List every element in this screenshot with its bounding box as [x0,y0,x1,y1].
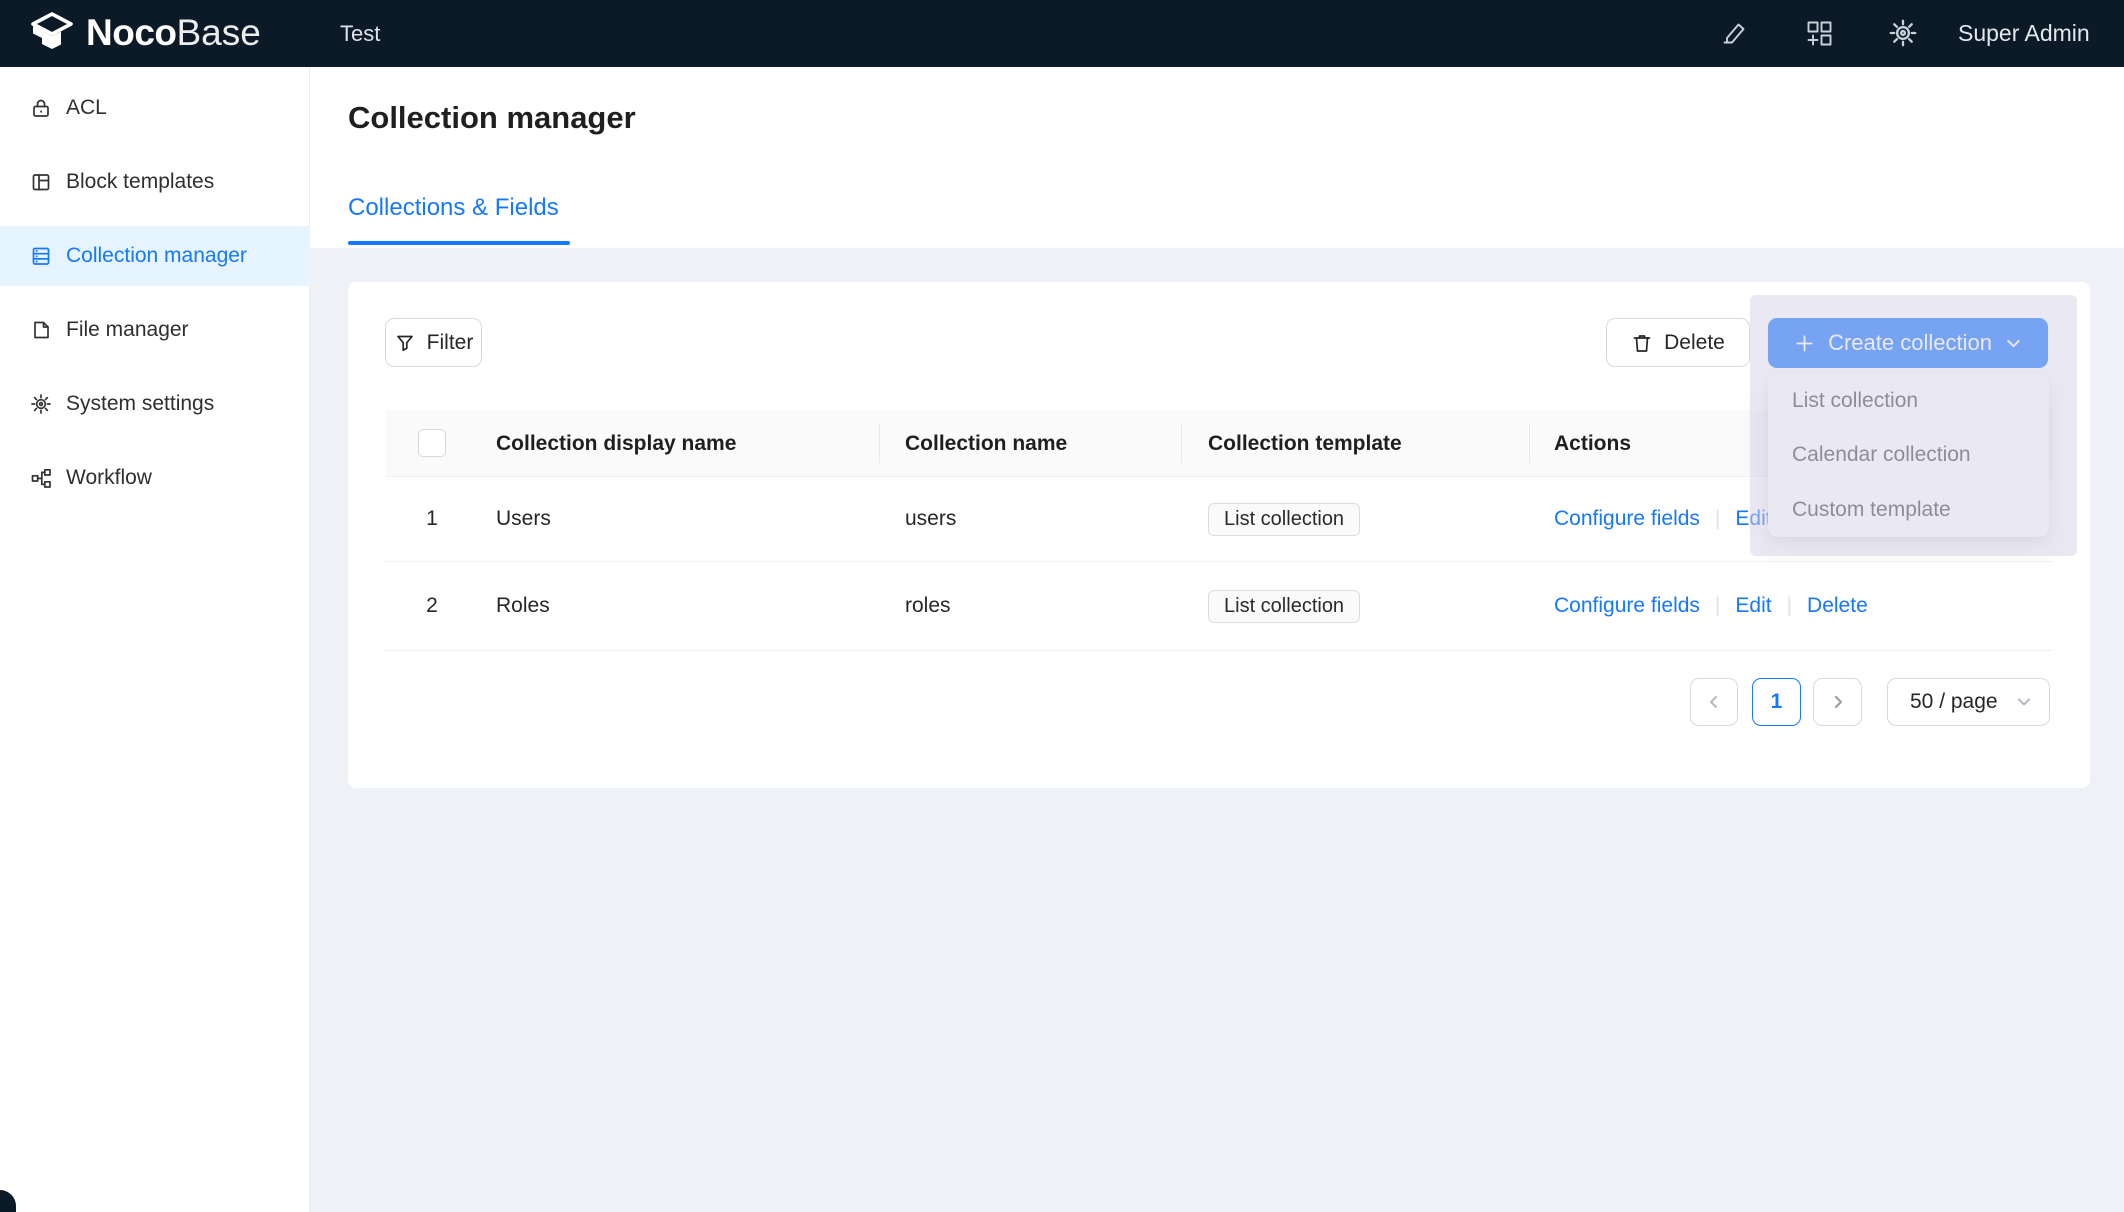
sidebar-item-label: ACL [66,78,107,138]
column-header-display-name: Collection display name [496,410,736,477]
database-icon [30,245,52,267]
sidebar: ACL Block templates Collection manager F… [0,67,310,1212]
menu-item-calendar-collection[interactable]: Calendar collection [1768,428,2049,482]
sidebar-item-label: Collection manager [66,226,247,286]
menu-item-list-collection[interactable]: List collection [1768,374,2049,428]
partition-icon [30,467,52,489]
sidebar-item-acl[interactable]: ACL [0,78,310,138]
column-header-actions: Actions [1554,410,1631,477]
tab-active-indicator [348,241,570,245]
select-all-checkbox[interactable] [418,429,446,457]
file-icon [30,319,52,341]
cell-collection-name: roles [905,562,951,650]
brand-light: Base [177,12,261,53]
chevron-down-icon [2005,335,2022,352]
page-size-select[interactable]: 50 / page [1887,678,2050,726]
configure-fields-link[interactable]: Configure fields [1554,507,1700,531]
filter-button[interactable]: Filter [385,318,482,367]
chevron-right-icon [1830,694,1846,710]
sidebar-item-label: Workflow [66,448,152,508]
cell-collection-template: List collection [1208,562,1360,650]
create-collection-label: Create collection [1828,330,1992,356]
pagination-page-1[interactable]: 1 [1752,678,1801,726]
page-header-area [310,67,2124,248]
tab-collections-fields[interactable]: Collections & Fields [348,194,559,222]
cell-display-name: Roles [496,562,550,650]
brand-name: NocoBase [86,0,261,67]
app-header: NocoBase Test Super Admin [0,0,2124,67]
column-header-name: Collection name [905,410,1067,477]
cell-display-name: Users [496,477,551,561]
lock-icon [30,97,52,119]
settings-icon[interactable] [1888,18,1918,48]
sidebar-item-system-settings[interactable]: System settings [0,374,310,434]
highlight-icon[interactable] [1720,18,1750,48]
delete-button[interactable]: Delete [1606,318,1750,367]
column-separator [879,424,880,463]
create-collection-menu: List collection Calendar collection Cust… [1768,374,2049,537]
configure-fields-link[interactable]: Configure fields [1554,594,1700,618]
column-header-template: Collection template [1208,410,1402,477]
pagination-next-button[interactable] [1813,678,1862,726]
edit-link[interactable]: Edit [1735,594,1771,618]
pagination-prev-button[interactable] [1690,678,1738,726]
sidebar-item-label: Block templates [66,152,214,212]
table-row: 2 Roles roles List collection Configure … [385,562,2053,651]
chevron-left-icon [1706,694,1722,710]
cell-actions: Configure fields | Edit | Delete [1554,562,1868,650]
cell-collection-template: List collection [1208,477,1360,561]
page-size-value: 50 / page [1910,690,1998,714]
row-index: 1 [418,477,446,561]
header-nav-item-test[interactable]: Test [340,0,380,67]
chevron-down-icon [2016,694,2032,710]
sidebar-item-workflow[interactable]: Workflow [0,448,310,508]
sidebar-item-collection-manager[interactable]: Collection manager [0,226,310,286]
gear-icon [30,393,52,415]
nocobase-logo-icon [30,11,74,55]
column-separator [1529,424,1530,463]
column-separator [1181,424,1182,463]
appstore-add-icon[interactable] [1804,18,1834,48]
page-title: Collection manager [348,100,636,136]
sidebar-item-block-templates[interactable]: Block templates [0,152,310,212]
filter-label: Filter [427,331,474,355]
template-tag: List collection [1208,590,1360,623]
action-divider: | [1787,594,1792,618]
action-divider: | [1715,507,1720,531]
sidebar-item-file-manager[interactable]: File manager [0,300,310,360]
menu-item-custom-template[interactable]: Custom template [1768,483,2049,537]
delete-label: Delete [1664,331,1725,355]
row-index: 2 [418,562,446,650]
create-collection-button[interactable]: Create collection [1768,318,2048,368]
brand-bold: Noco [86,12,177,53]
delete-link[interactable]: Delete [1807,594,1868,618]
trash-icon [1631,332,1653,354]
edit-link[interactable]: Edit [1735,507,1771,531]
action-divider: | [1715,594,1720,618]
collections-card: Filter Delete Create collection List col… [348,282,2090,788]
filter-icon [394,332,416,354]
sidebar-item-label: System settings [66,374,214,434]
plus-icon [1794,333,1815,354]
user-menu[interactable]: Super Admin [1958,0,2090,67]
cell-collection-name: users [905,477,956,561]
template-tag: List collection [1208,503,1360,536]
layout-icon [30,171,52,193]
sidebar-item-label: File manager [66,300,189,360]
